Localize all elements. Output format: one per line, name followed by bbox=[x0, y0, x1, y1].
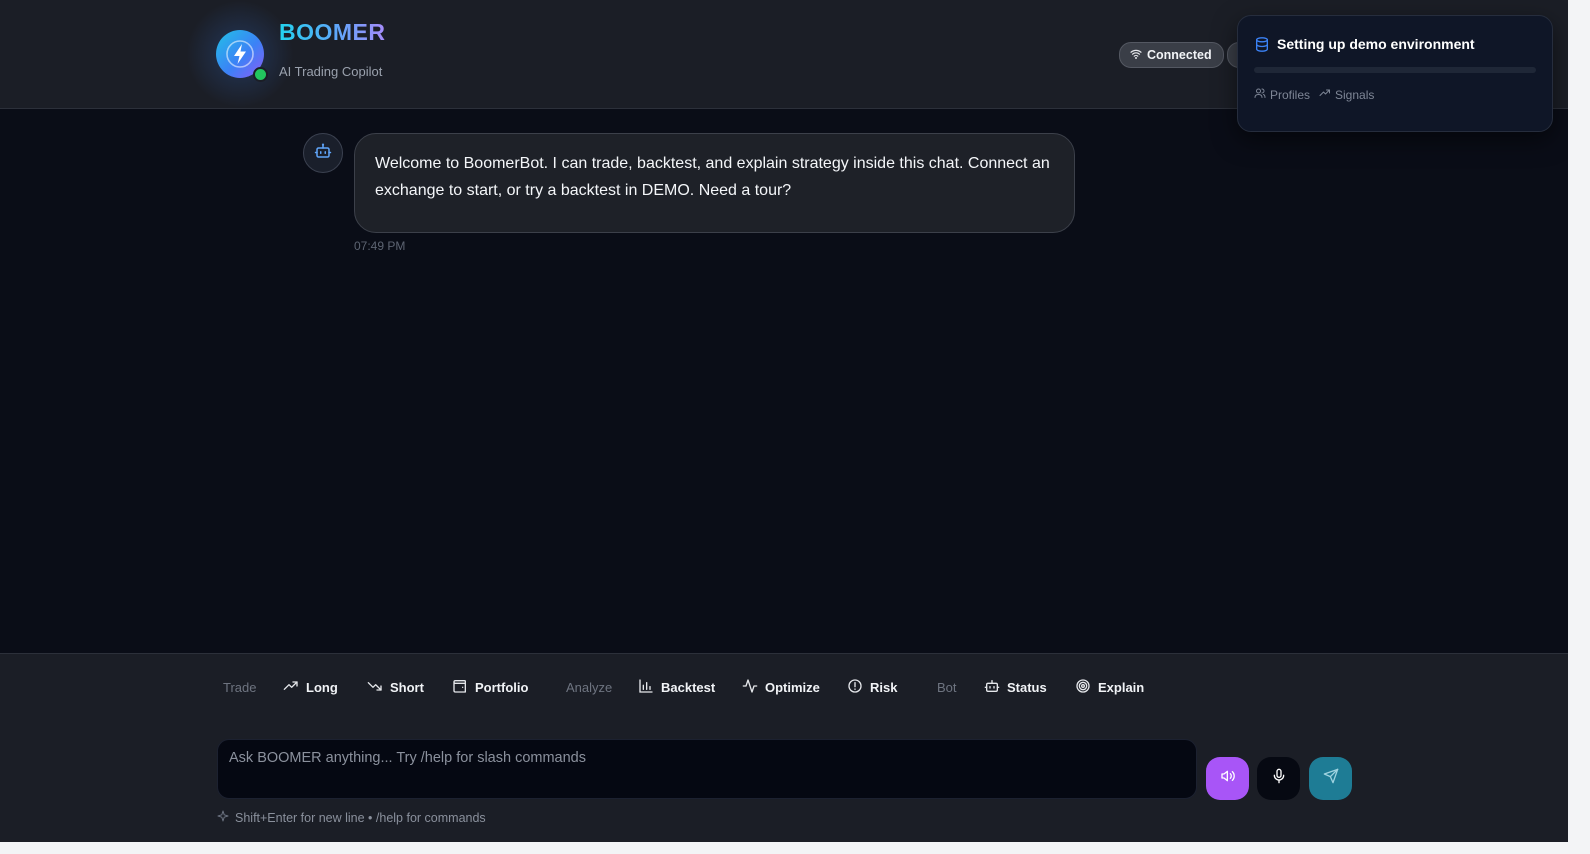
group-label-analyze: Analyze bbox=[566, 680, 613, 695]
window-margin-bottom bbox=[0, 842, 1590, 854]
chat-message-bot: Welcome to BoomerBot. I can trade, backt… bbox=[354, 133, 1075, 233]
status-button[interactable]: Status bbox=[984, 654, 1047, 721]
toast-tag-signals: Signals bbox=[1319, 87, 1374, 102]
sparkle-icon bbox=[217, 810, 229, 825]
risk-button-label: Risk bbox=[870, 680, 898, 695]
users-icon bbox=[1254, 87, 1266, 102]
composer-hint-text: Shift+Enter for new line • /help for com… bbox=[235, 810, 486, 825]
toast-tag-label: Signals bbox=[1335, 87, 1375, 102]
toast-tags: Profiles Signals bbox=[1254, 87, 1374, 102]
trending-up-icon bbox=[1319, 87, 1331, 102]
short-button[interactable]: Short bbox=[367, 654, 424, 721]
send-icon bbox=[1323, 768, 1339, 789]
microphone-button[interactable] bbox=[1257, 757, 1300, 800]
long-button[interactable]: Long bbox=[283, 654, 338, 721]
app-window: BOOMER AI Trading Copilot Connected Sett… bbox=[0, 0, 1568, 842]
composer-hint: Shift+Enter for new line • /help for com… bbox=[217, 810, 486, 825]
wallet-icon bbox=[452, 678, 468, 697]
voice-output-button[interactable] bbox=[1206, 757, 1249, 800]
activity-icon bbox=[742, 678, 758, 697]
group-label-trade: Trade bbox=[223, 680, 257, 695]
backtest-button[interactable]: Backtest bbox=[638, 654, 715, 721]
bot-icon bbox=[314, 142, 332, 165]
long-button-label: Long bbox=[306, 680, 338, 695]
send-button[interactable] bbox=[1309, 757, 1352, 800]
chat-input[interactable] bbox=[217, 739, 1197, 799]
brand-name: BOOMER bbox=[279, 19, 386, 45]
toast-tag-profiles: Profiles bbox=[1254, 87, 1310, 102]
speaker-icon bbox=[1220, 768, 1236, 789]
portfolio-button-label: Portfolio bbox=[475, 680, 529, 695]
setup-toast: Setting up demo environment Profiles Sig… bbox=[1237, 15, 1553, 132]
optimize-button-label: Optimize bbox=[765, 680, 820, 695]
short-button-label: Short bbox=[390, 680, 424, 695]
target-icon bbox=[1075, 678, 1091, 697]
explain-button[interactable]: Explain bbox=[1075, 654, 1144, 721]
online-status-dot bbox=[253, 67, 268, 82]
brand-tagline: AI Trading Copilot bbox=[279, 64, 383, 79]
toast-title: Setting up demo environment bbox=[1277, 36, 1475, 52]
window-margin-right bbox=[1568, 0, 1590, 854]
portfolio-button[interactable]: Portfolio bbox=[452, 654, 528, 721]
status-button-label: Status bbox=[1007, 680, 1047, 695]
group-label-bot: Bot bbox=[937, 680, 957, 695]
database-icon bbox=[1254, 36, 1270, 58]
bar-chart-icon bbox=[638, 678, 654, 697]
trending-up-icon bbox=[283, 678, 299, 697]
bot-icon bbox=[984, 678, 1000, 697]
wifi-icon bbox=[1130, 48, 1142, 63]
optimize-button[interactable]: Optimize bbox=[742, 654, 820, 721]
message-timestamp: 07:49 PM bbox=[354, 239, 406, 253]
explain-button-label: Explain bbox=[1098, 680, 1145, 695]
connection-status-badge[interactable]: Connected bbox=[1119, 42, 1224, 68]
brand-logo bbox=[186, 0, 294, 108]
trending-down-icon bbox=[367, 678, 383, 697]
microphone-icon bbox=[1271, 768, 1287, 789]
connection-status-label: Connected bbox=[1147, 48, 1212, 62]
alert-circle-icon bbox=[847, 678, 863, 697]
risk-button[interactable]: Risk bbox=[847, 654, 897, 721]
backtest-button-label: Backtest bbox=[661, 680, 716, 695]
quick-actions-bar: Trade Long Short Portfolio Analyze Backt… bbox=[0, 653, 1568, 722]
toast-tag-label: Profiles bbox=[1270, 87, 1311, 102]
bot-avatar bbox=[303, 133, 343, 173]
setup-progress-bar bbox=[1254, 67, 1536, 73]
composer-area: Shift+Enter for new line • /help for com… bbox=[0, 721, 1568, 842]
